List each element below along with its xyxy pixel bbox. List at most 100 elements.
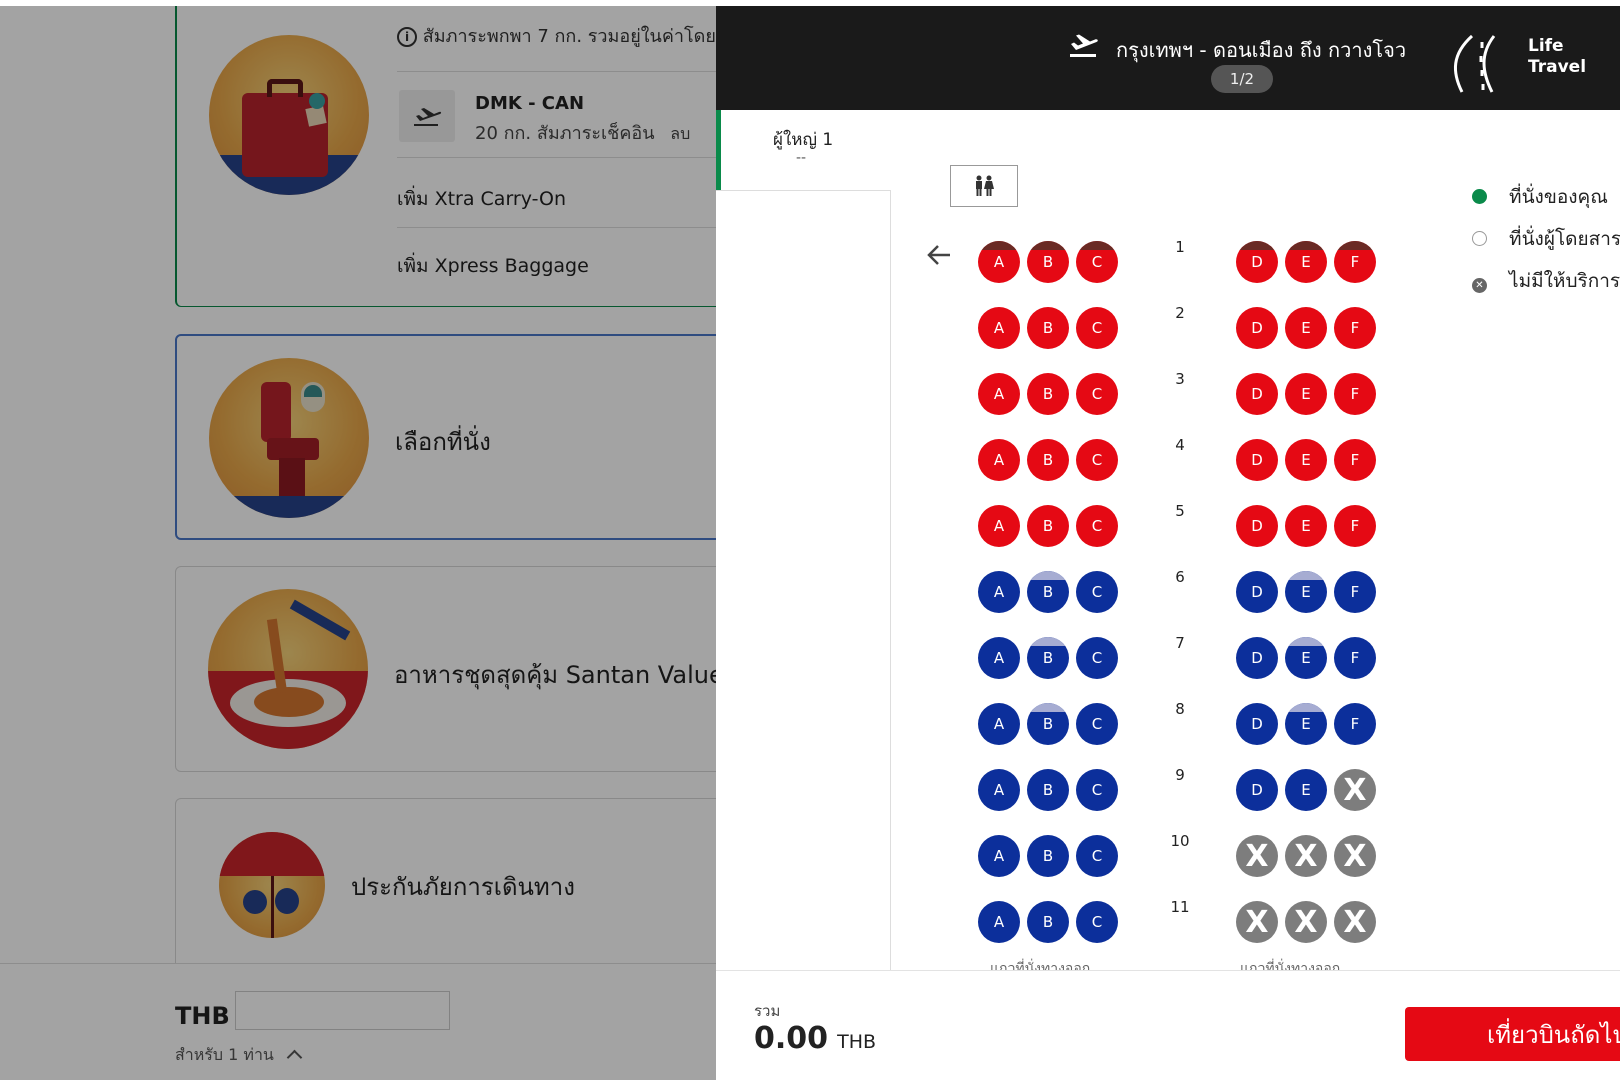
seat-label: A	[993, 649, 1005, 667]
next-flight-button[interactable]: เที่ยวบินถัดไป	[1405, 1007, 1620, 1061]
seat-label: B	[1042, 451, 1054, 469]
row-number: 8	[1175, 700, 1185, 718]
seat-9a[interactable]: A	[978, 769, 1020, 811]
seat-label: E	[1301, 517, 1311, 535]
seat-8a[interactable]: A	[978, 703, 1020, 745]
seat-4f[interactable]: F	[1334, 439, 1376, 481]
seat-5b[interactable]: B	[1027, 505, 1069, 547]
seat-2e[interactable]: E	[1285, 307, 1327, 349]
seat-9d[interactable]: D	[1236, 769, 1278, 811]
seat-9c[interactable]: C	[1076, 769, 1118, 811]
seat-label: D	[1251, 517, 1263, 535]
seat-unavailable: X	[1285, 901, 1327, 943]
seat-1c[interactable]: C	[1076, 241, 1118, 283]
seat-label: A	[993, 715, 1005, 733]
seat-label: C	[1091, 913, 1103, 931]
seat-4c[interactable]: C	[1076, 439, 1118, 481]
seat-2d[interactable]: D	[1236, 307, 1278, 349]
seat-label: X	[1343, 772, 1367, 808]
seat-10a[interactable]: A	[978, 835, 1020, 877]
seat-8e[interactable]: E	[1285, 703, 1327, 745]
seat-6f[interactable]: F	[1334, 571, 1376, 613]
modal-overlay[interactable]	[0, 0, 716, 1080]
seat-unavailable: X	[1285, 835, 1327, 877]
seat-label: E	[1301, 253, 1311, 271]
seat-label: A	[993, 781, 1005, 799]
seat-11a[interactable]: A	[978, 901, 1020, 943]
seat-1b[interactable]: B	[1027, 241, 1069, 283]
seat-label: F	[1350, 451, 1360, 469]
seat-5a[interactable]: A	[978, 505, 1020, 547]
row-number: 9	[1175, 766, 1185, 784]
seat-3e[interactable]: E	[1285, 373, 1327, 415]
top-strip	[0, 0, 1620, 6]
seat-8d[interactable]: D	[1236, 703, 1278, 745]
total-label: รวม	[754, 1002, 781, 1020]
seat-8c[interactable]: C	[1076, 703, 1118, 745]
seat-1f[interactable]: F	[1334, 241, 1376, 283]
legend-unavailable: ✕ ไม่มีให้บริการ	[1472, 266, 1620, 296]
seat-7e[interactable]: E	[1285, 637, 1327, 679]
seat-label: F	[1350, 715, 1360, 733]
seat-7f[interactable]: F	[1334, 637, 1376, 679]
seat-10b[interactable]: B	[1027, 835, 1069, 877]
seat-3b[interactable]: B	[1027, 373, 1069, 415]
seat-11c[interactable]: C	[1076, 901, 1118, 943]
seat-2f[interactable]: F	[1334, 307, 1376, 349]
seat-label: D	[1251, 781, 1263, 799]
seat-7d[interactable]: D	[1236, 637, 1278, 679]
empty-circle-icon	[1472, 231, 1487, 246]
seat-label: C	[1091, 253, 1103, 271]
seat-7a[interactable]: A	[978, 637, 1020, 679]
seat-4d[interactable]: D	[1236, 439, 1278, 481]
seat-4a[interactable]: A	[978, 439, 1020, 481]
seat-6b[interactable]: B	[1027, 571, 1069, 613]
seat-1a[interactable]: A	[978, 241, 1020, 283]
seat-label: B	[1042, 913, 1054, 931]
exit-row-label: แถวที่นั่งทางออก	[1240, 961, 1341, 970]
seat-10c[interactable]: C	[1076, 835, 1118, 877]
seat-unavailable: X	[1334, 835, 1376, 877]
seat-label: D	[1251, 385, 1263, 403]
row-number: 6	[1175, 568, 1185, 586]
seat-5c[interactable]: C	[1076, 505, 1118, 547]
seat-5d[interactable]: D	[1236, 505, 1278, 547]
seat-8f[interactable]: F	[1334, 703, 1376, 745]
seat-1e[interactable]: E	[1285, 241, 1327, 283]
seat-5f[interactable]: F	[1334, 505, 1376, 547]
seat-label: C	[1091, 319, 1103, 337]
seat-3a[interactable]: A	[978, 373, 1020, 415]
seat-6d[interactable]: D	[1236, 571, 1278, 613]
seat-label: A	[993, 847, 1005, 865]
seat-7c[interactable]: C	[1076, 637, 1118, 679]
seat-3f[interactable]: F	[1334, 373, 1376, 415]
seat-1d[interactable]: D	[1236, 241, 1278, 283]
seat-6e[interactable]: E	[1285, 571, 1327, 613]
seat-2c[interactable]: C	[1076, 307, 1118, 349]
seat-label: C	[1091, 451, 1103, 469]
seat-11b[interactable]: B	[1027, 901, 1069, 943]
seat-4e[interactable]: E	[1285, 439, 1327, 481]
seat-label: F	[1350, 517, 1360, 535]
seat-9e[interactable]: E	[1285, 769, 1327, 811]
seat-unavailable: X	[1236, 901, 1278, 943]
seat-unavailable: X	[1334, 901, 1376, 943]
seat-2a[interactable]: A	[978, 307, 1020, 349]
seat-label: X	[1294, 838, 1318, 874]
seat-label: F	[1350, 253, 1360, 271]
seat-label: B	[1042, 715, 1054, 733]
row-number: 7	[1175, 634, 1185, 652]
seat-label: D	[1251, 649, 1263, 667]
seat-3c[interactable]: C	[1076, 373, 1118, 415]
seat-8b[interactable]: B	[1027, 703, 1069, 745]
seat-5e[interactable]: E	[1285, 505, 1327, 547]
seat-label: C	[1091, 583, 1103, 601]
seat-9b[interactable]: B	[1027, 769, 1069, 811]
seat-2b[interactable]: B	[1027, 307, 1069, 349]
seat-6c[interactable]: C	[1076, 571, 1118, 613]
seat-3d[interactable]: D	[1236, 373, 1278, 415]
seat-7b[interactable]: B	[1027, 637, 1069, 679]
seat-6a[interactable]: A	[978, 571, 1020, 613]
seat-4b[interactable]: B	[1027, 439, 1069, 481]
seat-label: D	[1251, 319, 1263, 337]
